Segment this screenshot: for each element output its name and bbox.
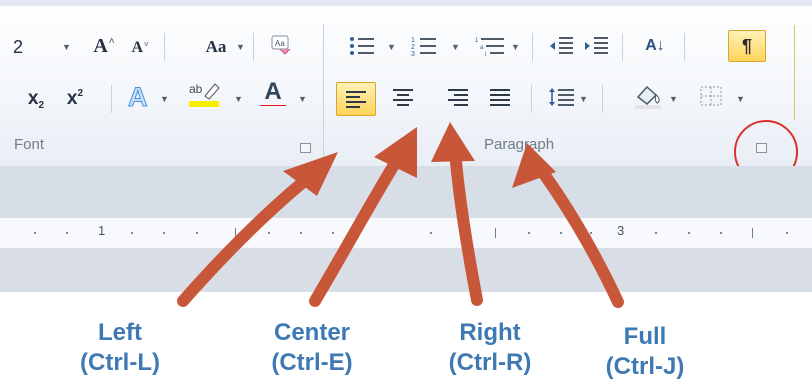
caption-full: Full (Ctrl-J) <box>585 322 705 382</box>
caption-left-name: Left <box>98 319 142 346</box>
left-arrow-shaft <box>177 164 324 307</box>
full-arrow-shaft <box>530 157 624 308</box>
caption-full-shortcut: (Ctrl-J) <box>605 353 685 380</box>
right-arrow-head <box>431 122 475 162</box>
caption-right-shortcut: (Ctrl-R) <box>448 349 532 376</box>
caption-center-shortcut: (Ctrl-E) <box>271 349 353 376</box>
caption-full-name: Full <box>623 323 667 350</box>
caption-right: Right (Ctrl-R) <box>425 318 555 378</box>
center-arrow-shaft <box>309 149 406 307</box>
caption-left: Left (Ctrl-L) <box>60 318 180 378</box>
caption-right-name: Right <box>459 319 521 346</box>
right-arrow-shaft <box>449 144 483 306</box>
caption-left-shortcut: (Ctrl-L) <box>80 349 160 376</box>
caption-center: Center (Ctrl-E) <box>247 318 377 378</box>
caption-center-name: Center <box>273 319 351 346</box>
